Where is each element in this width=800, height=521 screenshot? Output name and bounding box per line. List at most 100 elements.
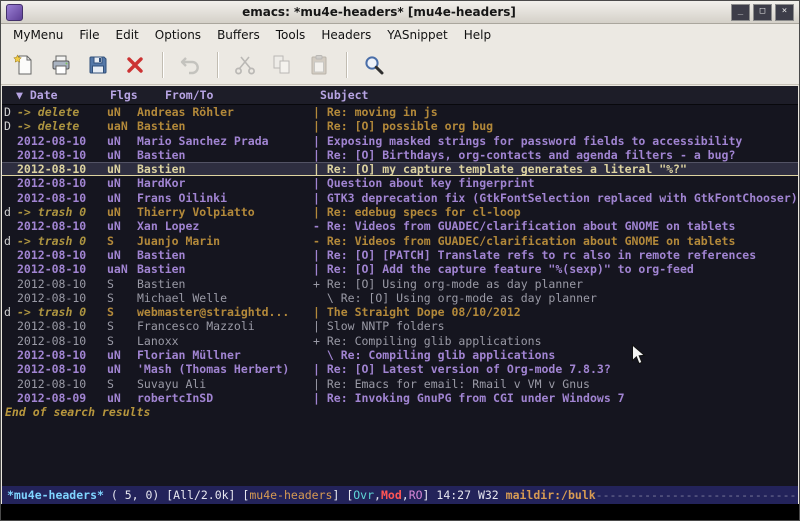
subject-text: Question about key fingerprint	[327, 176, 535, 190]
row-mark	[2, 191, 17, 205]
maximize-icon: □	[760, 6, 765, 16]
menu-headers[interactable]: Headers	[313, 25, 379, 45]
header-row[interactable]: d-> trash 0SJuanjo Marin- Re: Videos fro…	[2, 234, 798, 248]
row-flags: uN	[107, 134, 137, 148]
modeline-segment-folder: maildir:/bulk	[506, 488, 596, 502]
emacs-icon	[6, 4, 23, 21]
row-from: Bastien	[137, 119, 309, 133]
menu-yasnippet[interactable]: YASnippet	[379, 25, 456, 45]
toolbar-separator	[346, 52, 347, 78]
header-row[interactable]: 2012-08-10SFrancesco Mazzoli| Slow NNTP …	[2, 319, 798, 333]
print-icon	[49, 53, 73, 77]
row-subject: | Question about key fingerprint	[309, 176, 798, 190]
header-row[interactable]: 2012-08-10uaNBastien| Re: [O] Add the ca…	[2, 262, 798, 276]
menu-file[interactable]: File	[71, 25, 107, 45]
header-row[interactable]: 2012-08-10SMichael Welle \ Re: [O] Using…	[2, 291, 798, 305]
thread-prefix: |	[313, 148, 320, 162]
subject-text: Re: Emacs for email: Rmail v VM v Gnus	[327, 377, 590, 391]
header-row[interactable]: 2012-08-09uNrobertcInSD| Re: Invoking Gn…	[2, 391, 798, 405]
column-header-from[interactable]: From/To	[165, 86, 213, 104]
header-row[interactable]: 2012-08-10uNMario Sanchez Prada| Exposin…	[2, 134, 798, 148]
thread-prefix: |	[313, 377, 320, 391]
row-subject: | Re: edebug specs for cl-loop	[309, 205, 798, 219]
menu-options[interactable]: Options	[147, 25, 209, 45]
thread-prefix: |	[313, 362, 320, 376]
buffer-area: ▼ Date Flgs From/To Subject D-> deleteuN…	[1, 85, 799, 486]
header-row[interactable]: 2012-08-10uNBastien| Re: [O] [PATCH] Tra…	[2, 248, 798, 262]
modeline-segment-plain: ( 5, 0) [All/2.0k]	[104, 488, 242, 502]
header-row[interactable]: 2012-08-10uNFlorian Müllner \ Re: Compil…	[2, 348, 798, 362]
toolbar-close-button[interactable]	[120, 50, 150, 80]
row-date: 2012-08-10	[17, 377, 107, 391]
row-from: Andreas Röhler	[137, 105, 309, 119]
menu-edit[interactable]: Edit	[108, 25, 147, 45]
header-row[interactable]: 2012-08-10SLanoxx+ Re: Compiling glib ap…	[2, 334, 798, 348]
row-subject: | GTK3 deprecation fix (GtkFontSelection…	[309, 191, 798, 205]
menu-tools[interactable]: Tools	[268, 25, 314, 45]
modeline-segment-plain: ]	[423, 488, 437, 502]
row-subject: | Re: [O] Birthdays, org-contacts and ag…	[309, 148, 798, 162]
row-from: Mario Sanchez Prada	[137, 134, 309, 148]
minimize-button[interactable]: _	[731, 4, 750, 21]
subject-text: Re: [O] Using org-mode as day planner	[341, 291, 597, 305]
thread-prefix: |	[313, 391, 320, 405]
subject-text: Re: Compiling glib applications	[341, 348, 556, 362]
header-row[interactable]: 2012-08-10uNBastien| Re: [O] Birthdays, …	[2, 148, 798, 162]
thread-prefix: |	[313, 105, 320, 119]
toolbar-print-button[interactable]	[46, 50, 76, 80]
thread-prefix: |	[313, 262, 320, 276]
column-header-date[interactable]: ▼ Date	[16, 86, 58, 104]
row-date: 2012-08-10	[17, 176, 107, 190]
row-from: Thierry Volpiatto	[137, 205, 309, 219]
modeline-segment-plain: ]	[332, 488, 346, 502]
row-from: Bastien	[137, 148, 309, 162]
maximize-button[interactable]: □	[753, 4, 772, 21]
subject-text: Re: [O] [PATCH] Translate refs to rc als…	[327, 248, 756, 262]
row-date: 2012-08-10	[17, 262, 107, 276]
header-row[interactable]: 2012-08-10uNBastien| Re: [O] my capture …	[2, 162, 798, 176]
toolbar-paste-button	[304, 50, 334, 80]
column-header-flags[interactable]: Flgs	[110, 86, 138, 104]
row-mark	[2, 262, 17, 276]
row-flags: uN	[107, 362, 137, 376]
header-row[interactable]: 2012-08-10uNXan Lopez- Re: Videos from G…	[2, 219, 798, 233]
thread-prefix: |	[313, 134, 320, 148]
thread-prefix: \	[313, 291, 334, 305]
header-row[interactable]: 2012-08-10uNFrans Oilinki| GTK3 deprecat…	[2, 191, 798, 205]
column-header-subject[interactable]: Subject	[320, 86, 368, 104]
toolbar-save-button[interactable]	[83, 50, 113, 80]
new-file-icon	[12, 53, 36, 77]
row-flags: S	[107, 377, 137, 391]
header-row[interactable]: D-> deleteuNAndreas Röhler| Re: moving i…	[2, 105, 798, 119]
header-row[interactable]: d-> trash 0uNThierry Volpiatto| Re: edeb…	[2, 205, 798, 219]
header-row[interactable]: 2012-08-10uNHardKor| Question about key …	[2, 176, 798, 190]
paste-icon	[307, 53, 331, 77]
thread-prefix: -	[313, 234, 320, 248]
row-date: 2012-08-10	[17, 334, 107, 348]
titlebar[interactable]: emacs: *mu4e-headers* [mu4e-headers] _ □…	[1, 1, 799, 24]
header-row[interactable]: d-> trash 0Swebmaster@straightd...| The …	[2, 305, 798, 319]
menu-mymenu[interactable]: MyMenu	[5, 25, 71, 45]
subject-text: Re: [O] Add the capture feature "%(sexp)…	[327, 262, 694, 276]
thread-prefix: -	[313, 219, 320, 233]
header-line: ▼ Date Flgs From/To Subject	[2, 86, 798, 105]
echo-area[interactable]	[1, 504, 799, 520]
modeline-segment-plain: ,	[374, 488, 381, 502]
row-subject: | Re: [O] my capture template generates …	[309, 162, 798, 176]
header-row[interactable]: 2012-08-10uN'Mash (Thomas Herbert)| Re: …	[2, 362, 798, 376]
row-mark	[2, 148, 17, 162]
header-row[interactable]: 2012-08-10SSuvayu Ali| Re: Emacs for ema…	[2, 377, 798, 391]
menu-help[interactable]: Help	[456, 25, 499, 45]
menu-buffers[interactable]: Buffers	[209, 25, 268, 45]
row-mark	[2, 348, 17, 362]
toolbar-new-file-button[interactable]	[9, 50, 39, 80]
row-flags: S	[107, 291, 137, 305]
close-button[interactable]: ×	[775, 4, 794, 21]
row-flags: S	[107, 319, 137, 333]
subject-text: Exposing masked strings for password fie…	[327, 134, 742, 148]
header-row[interactable]: 2012-08-10SBastien+ Re: [O] Using org-mo…	[2, 277, 798, 291]
toolbar-copy-button	[267, 50, 297, 80]
row-date: -> delete	[17, 105, 107, 119]
header-row[interactable]: D-> deleteuaNBastien| Re: [O] possible o…	[2, 119, 798, 133]
toolbar-search-button[interactable]	[359, 50, 389, 80]
